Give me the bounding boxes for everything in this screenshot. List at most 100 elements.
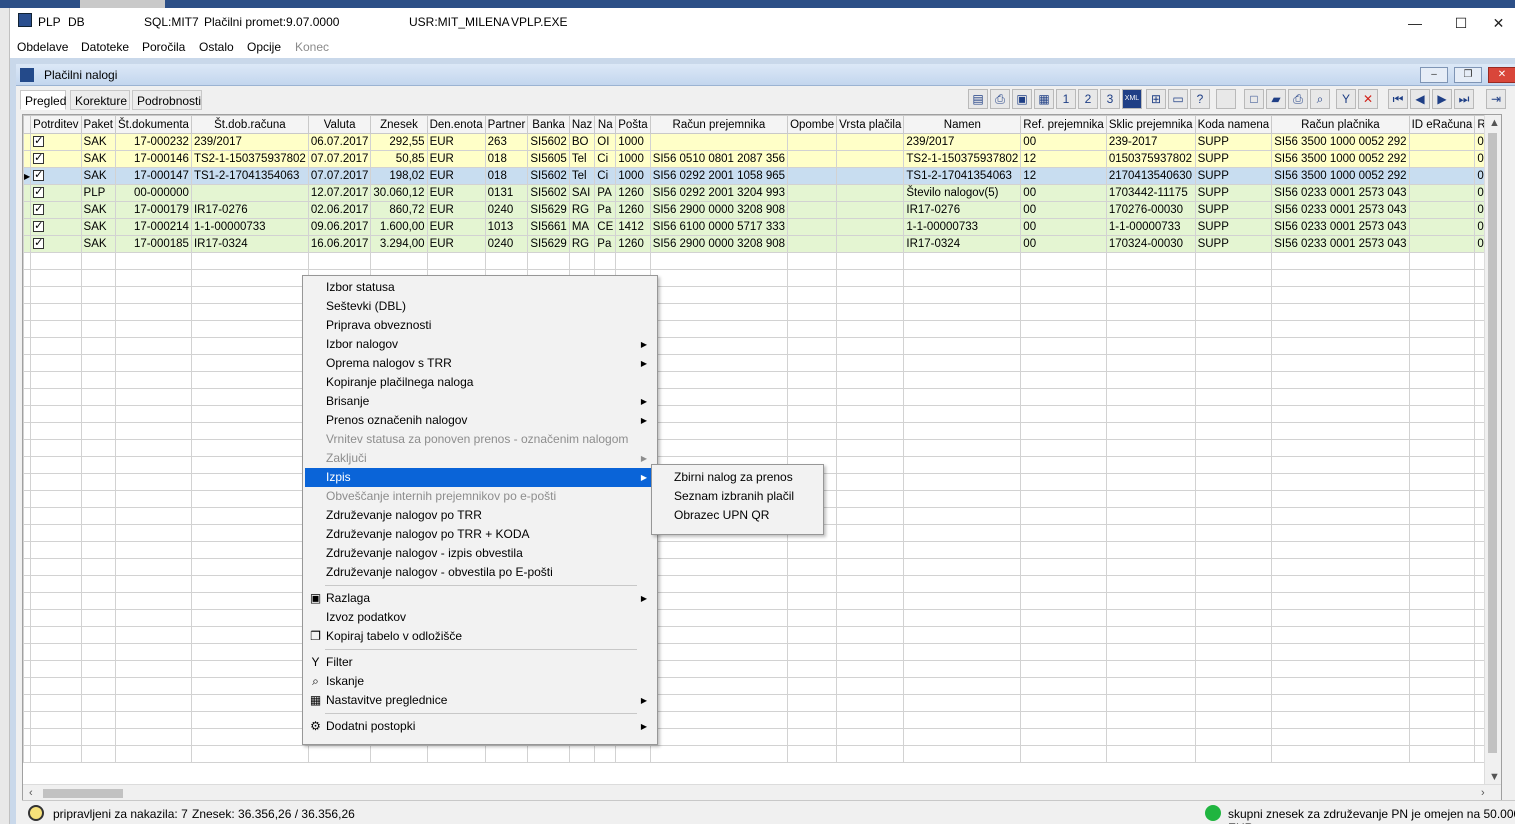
cell-namen[interactable]: TS2-1-150375937802 xyxy=(903,150,1022,168)
context-menu-item[interactable]: Kopiranje plačilnega naloga xyxy=(305,373,655,392)
context-menu-item[interactable]: ⌕ Iskanje xyxy=(305,672,655,691)
cell-paket[interactable]: SAK xyxy=(80,218,116,236)
cell-namen[interactable]: TS1-2-17041354063 xyxy=(903,167,1022,185)
cell-koda[interactable]: SUPP xyxy=(1194,235,1273,253)
child-close-button[interactable]: ✕ xyxy=(1488,67,1515,83)
cell-namen[interactable]: 1-1-00000733 xyxy=(903,218,1022,236)
column-header[interactable]: Den.enota xyxy=(426,115,486,134)
cell-enota[interactable]: EUR xyxy=(426,133,486,151)
close-button[interactable]: ✕ xyxy=(1482,12,1515,34)
cell-dok[interactable]: 00-000000 xyxy=(114,184,192,202)
context-menu-item[interactable]: Izpis ▶ xyxy=(305,468,655,487)
cell-posta[interactable]: 1000 xyxy=(615,167,651,185)
cell-naz[interactable]: Tel xyxy=(568,150,596,168)
cell-dok[interactable]: 17-000179 xyxy=(114,201,192,219)
table-row[interactable]: SAK17-000232239/201706.07.2017292,55EUR2… xyxy=(23,133,1501,151)
cell-vrsta[interactable] xyxy=(836,218,905,236)
cell-sklic[interactable]: 1-1-00000733 xyxy=(1105,218,1196,236)
maximize-button[interactable]: ☐ xyxy=(1438,12,1484,34)
menu-ostalo[interactable]: Ostalo xyxy=(199,40,234,54)
cell-rpl[interactable]: SI56 0233 0001 2573 043 xyxy=(1271,184,1410,202)
next-record-icon[interactable]: ▶ xyxy=(1432,89,1452,109)
column-header[interactable]: Opombe xyxy=(787,115,838,134)
cell-rp[interactable]: SI56 6100 0000 5717 333 xyxy=(649,218,789,236)
context-menu-item[interactable]: Seštevki (DBL) xyxy=(305,297,655,316)
cell-sklic[interactable]: 1703442-11175 xyxy=(1105,184,1196,202)
confirm-cell[interactable] xyxy=(30,133,82,151)
cell-valuta[interactable]: 06.07.2017 xyxy=(307,133,372,151)
cell-opombe[interactable] xyxy=(787,201,838,219)
context-menu-item[interactable]: Izbor statusa xyxy=(305,278,655,297)
help-icon[interactable]: ? xyxy=(1190,89,1210,109)
child-minimize-button[interactable]: – xyxy=(1420,67,1448,83)
context-menu-item[interactable]: Priprava obveznosti xyxy=(305,316,655,335)
cell-banka[interactable]: SI5661 xyxy=(527,218,570,236)
cell-namen[interactable]: Število nalogov(5) xyxy=(903,184,1022,202)
preview-icon[interactable]: ▣ xyxy=(1012,89,1032,109)
column-header[interactable]: Znesek xyxy=(370,115,428,134)
column-header[interactable]: Na xyxy=(594,115,617,134)
last-record-icon[interactable]: ⏭ xyxy=(1454,89,1474,109)
column-header[interactable]: Račun prejemnika xyxy=(649,115,789,134)
cell-znesek[interactable]: 50,85 xyxy=(370,150,428,168)
cell-refp[interactable]: 12 xyxy=(1020,167,1107,185)
cell-enota[interactable]: EUR xyxy=(426,235,486,253)
submenu-item-upn-qr[interactable]: Obrazec UPN QR xyxy=(654,506,822,525)
cell-namen[interactable]: IR17-0324 xyxy=(903,235,1022,253)
cell-opombe[interactable] xyxy=(787,133,838,151)
cell-vrsta[interactable] xyxy=(836,201,905,219)
confirm-checkbox[interactable] xyxy=(33,169,45,181)
search-icon[interactable]: ⌕ xyxy=(1310,89,1330,109)
cell-paket[interactable]: SAK xyxy=(80,133,116,151)
cell-racun[interactable]: TS2-1-150375937802 xyxy=(190,150,309,168)
column-header[interactable]: Banka xyxy=(527,115,570,134)
cell-enota[interactable]: EUR xyxy=(426,150,486,168)
context-menu-item[interactable]: Izvoz podatkov xyxy=(305,608,655,627)
cell-racun[interactable] xyxy=(190,184,309,202)
context-menu-item[interactable]: ▦ Nastavitve preglednice ▶ xyxy=(305,691,655,710)
tab-korekture[interactable]: Korekture xyxy=(70,90,130,110)
tab-podrobnosti[interactable]: Podrobnosti xyxy=(132,90,202,110)
column-header[interactable]: Partner xyxy=(484,115,529,134)
cell-naz[interactable]: RG xyxy=(568,201,596,219)
cell-rp[interactable]: SI56 2900 0000 3208 908 xyxy=(649,201,789,219)
taskbar-tab[interactable] xyxy=(80,0,165,8)
cell-ider[interactable] xyxy=(1408,218,1476,236)
cell-na[interactable]: PA xyxy=(594,184,617,202)
cell-partner[interactable]: 1013 xyxy=(484,218,529,236)
cell-dok[interactable]: 17-000146 xyxy=(114,150,192,168)
cell-znesek[interactable]: 1.600,00 xyxy=(370,218,428,236)
column-header[interactable]: Naz xyxy=(568,115,596,134)
cell-posta[interactable]: 1260 xyxy=(615,235,651,253)
cell-naz[interactable]: SAI xyxy=(568,184,596,202)
cell-rp[interactable]: SI56 0292 2001 1058 965 xyxy=(649,167,789,185)
cell-naz[interactable]: BO xyxy=(568,133,596,151)
column-header[interactable]: Ref. prejemnika xyxy=(1020,115,1107,134)
context-menu-item[interactable]: ▣ Razlaga ▶ xyxy=(305,589,655,608)
filter-icon[interactable]: Y xyxy=(1336,89,1356,109)
cell-partner[interactable]: 018 xyxy=(484,167,529,185)
cell-naz[interactable]: MA xyxy=(568,218,596,236)
cell-koda[interactable]: SUPP xyxy=(1194,167,1273,185)
cell-vrsta[interactable] xyxy=(836,235,905,253)
view-1-button[interactable]: 1 xyxy=(1056,89,1076,109)
minimize-button[interactable]: — xyxy=(1392,12,1438,34)
document-icon[interactable]: ▤ xyxy=(968,89,988,109)
cell-banka[interactable]: SI5629 xyxy=(527,235,570,253)
cell-na[interactable]: CE xyxy=(594,218,617,236)
view-3-button[interactable]: 3 xyxy=(1100,89,1120,109)
cell-opombe[interactable] xyxy=(787,167,838,185)
context-menu-item[interactable]: Združevanje nalogov - izpis obvestila xyxy=(305,544,655,563)
cell-na[interactable]: OI xyxy=(594,133,617,151)
cell-opombe[interactable] xyxy=(787,150,838,168)
context-menu-item[interactable]: Združevanje nalogov - obvestila po E-poš… xyxy=(305,563,655,582)
menu-obdelave[interactable]: Obdelave xyxy=(17,40,68,54)
cell-valuta[interactable]: 02.06.2017 xyxy=(307,201,372,219)
horizontal-scrollbar[interactable]: ‹ › xyxy=(23,784,1501,801)
cancel-icon[interactable]: ✕ xyxy=(1358,89,1378,109)
cell-posta[interactable]: 1260 xyxy=(615,184,651,202)
new-icon[interactable]: □ xyxy=(1244,89,1264,109)
cell-racun[interactable]: TS1-2-17041354063 xyxy=(190,167,309,185)
cell-racun[interactable]: 1-1-00000733 xyxy=(190,218,309,236)
cell-koda[interactable]: SUPP xyxy=(1194,184,1273,202)
